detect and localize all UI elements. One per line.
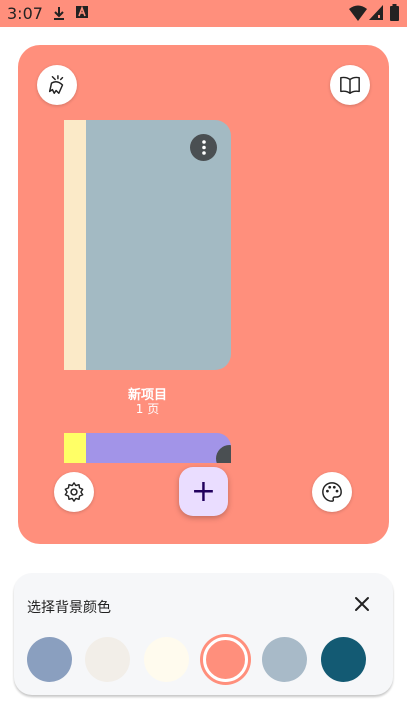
- color-swatch-coral-selected[interactable]: [203, 637, 248, 682]
- notebook-spine-2: [64, 433, 86, 463]
- theme-button[interactable]: [312, 472, 352, 512]
- gear-icon: [64, 482, 84, 502]
- color-swatch-teal[interactable]: [321, 637, 366, 682]
- color-swatch-cream[interactable]: [144, 637, 189, 682]
- status-bar: 3:07: [0, 0, 407, 27]
- more-vert-icon: [201, 140, 206, 155]
- project-shelf-card: 新项目 1 页 +: [18, 45, 389, 544]
- download-icon: [54, 7, 64, 20]
- battery-icon: [390, 4, 399, 21]
- signal-icon: [369, 5, 383, 20]
- background-color-sheet: 选择背景颜色: [14, 573, 393, 695]
- clear-button[interactable]: [37, 65, 77, 105]
- notebook-menu-button[interactable]: [190, 134, 217, 161]
- color-swatch-light-steel[interactable]: [262, 637, 307, 682]
- open-book-icon: [340, 76, 360, 94]
- settings-button[interactable]: [54, 472, 94, 512]
- broom-icon: [48, 75, 64, 94]
- plus-icon: +: [190, 473, 217, 509]
- palette-icon: [322, 482, 342, 502]
- notebook-cover[interactable]: [64, 120, 231, 370]
- notebook-page-count: 1 页: [135, 402, 160, 416]
- color-swatch-beige[interactable]: [85, 637, 130, 682]
- notebook-menu-button-2[interactable]: [216, 445, 231, 463]
- library-button[interactable]: [330, 65, 370, 105]
- add-project-button[interactable]: +: [179, 467, 228, 516]
- wifi-icon: [349, 5, 367, 21]
- notebook-spine: [64, 120, 86, 370]
- notification-app-icon: [76, 6, 88, 18]
- color-swatch-blue-gray[interactable]: [27, 637, 72, 682]
- sheet-title: 选择背景颜色: [27, 600, 111, 616]
- status-time: 3:07: [7, 4, 43, 23]
- close-icon[interactable]: [353, 595, 371, 613]
- notebook-cover-2[interactable]: [64, 433, 231, 463]
